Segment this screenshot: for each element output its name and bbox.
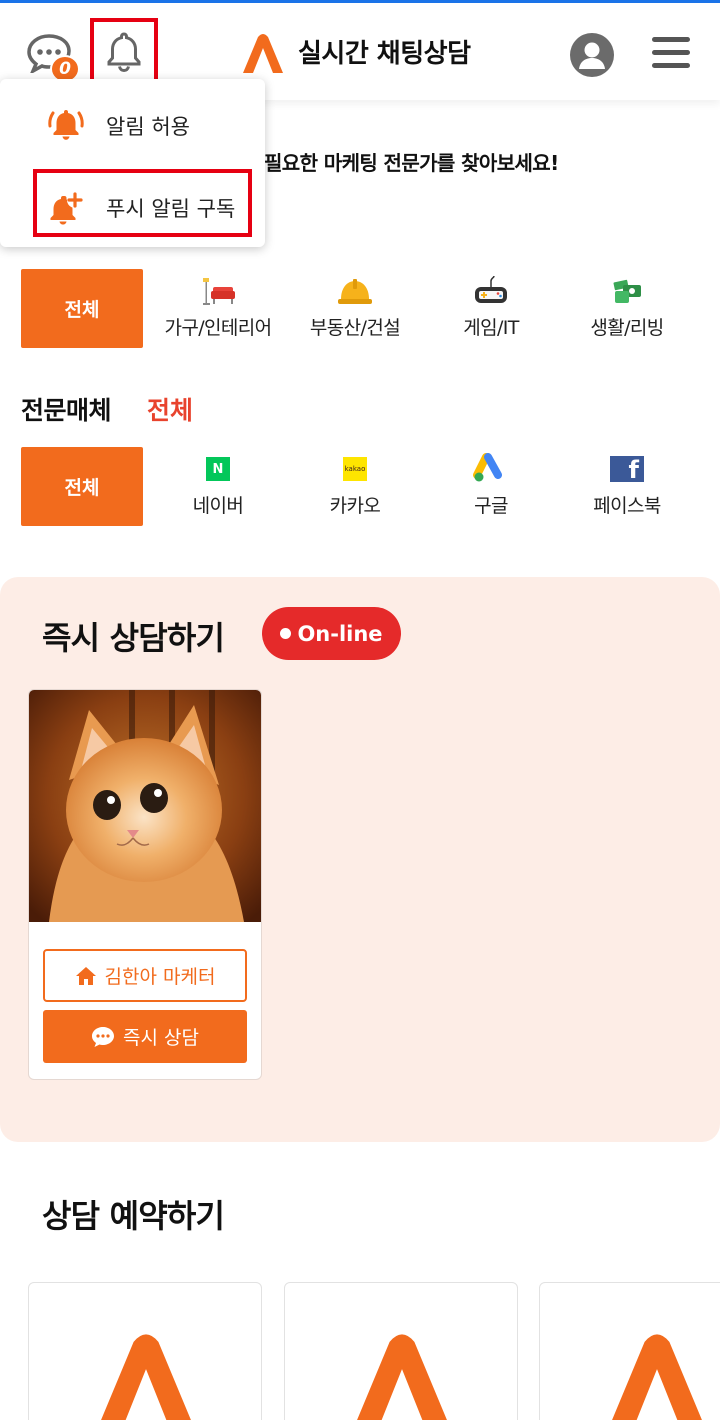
google-ads-icon <box>473 453 502 482</box>
site-title: 실시간 채팅상담 <box>298 39 471 69</box>
media-label: 페이스북 <box>593 495 661 517</box>
marketer-photo[interactable] <box>29 690 262 922</box>
category-label: 게임/IT <box>463 317 519 339</box>
hamburger-line <box>652 63 690 68</box>
allow-notification-item[interactable]: 알림 허용 <box>0 85 265 155</box>
media-label: 카카오 <box>329 495 381 517</box>
category-item-living[interactable]: 생활/리빙 <box>559 269 695 349</box>
hamburger-menu-button[interactable] <box>652 37 690 69</box>
media-item-kakao[interactable]: kakao 카카오 <box>287 447 423 527</box>
online-status-label: On-line <box>297 621 383 646</box>
bell-icon <box>107 32 141 73</box>
reserve-card[interactable] <box>28 1282 262 1420</box>
logo-icon <box>357 1334 447 1420</box>
living-icon <box>613 279 641 303</box>
page: 0 실시간 채팅상담 알림 허용 푸시 알림 구독 필요한 마케팅 전문가를 찾… <box>0 0 720 1420</box>
marketer-name-label: 김한아 마케터 <box>104 966 216 988</box>
marketer-profile-button[interactable]: 김한아 마케터 <box>43 949 247 1002</box>
media-item-naver[interactable]: N 네이버 <box>150 447 286 527</box>
home-icon <box>75 966 96 985</box>
push-subscribe-item[interactable]: 푸시 알림 구독 <box>0 169 265 239</box>
category-item-game-it[interactable]: 게임/IT <box>423 269 559 349</box>
notification-bell-button[interactable] <box>90 18 158 86</box>
category-label: 생활/리빙 <box>590 317 664 339</box>
user-profile-button[interactable] <box>570 33 614 77</box>
instant-consult-section: 즉시 상담하기 On-line 김한아 마케터 즉시 상담 <box>0 577 720 1142</box>
reserve-section-title: 상담 예약하기 <box>42 1197 225 1235</box>
category-all-button[interactable]: 전체 <box>21 269 143 348</box>
instant-consult-title: 즉시 상담하기 <box>42 619 225 657</box>
media-row: 전체 N 네이버 kakao 카카오 구글 f 페이스북 <box>21 447 701 527</box>
helmet-icon <box>338 279 372 304</box>
bell-ring-icon <box>48 110 84 140</box>
facebook-icon: f <box>610 456 644 482</box>
reserve-card[interactable] <box>284 1282 518 1420</box>
media-item-google[interactable]: 구글 <box>423 447 559 527</box>
category-item-real-estate[interactable]: 부동산/건설 <box>287 269 423 349</box>
media-all-link[interactable]: 전체 <box>147 391 193 427</box>
notification-dropdown: 알림 허용 푸시 알림 구독 <box>0 79 265 247</box>
hamburger-line <box>652 50 690 55</box>
media-section-title: 전문매체 <box>21 396 112 425</box>
chat-button[interactable]: 0 <box>26 33 82 83</box>
category-item-furniture[interactable]: 가구/인테리어 <box>150 269 286 349</box>
media-label: 네이버 <box>192 495 244 517</box>
logo-icon <box>612 1334 702 1420</box>
naver-icon: N <box>206 457 230 481</box>
kakao-icon: kakao <box>343 457 367 481</box>
instant-consult-button[interactable]: 즉시 상담 <box>43 1010 247 1063</box>
allow-notification-label: 알림 허용 <box>106 115 190 139</box>
media-label: 구글 <box>474 495 508 517</box>
chat-bubble-icon <box>92 1026 115 1047</box>
headline: 필요한 마케팅 전문가를 찾아보세요! <box>264 151 559 175</box>
reserve-card[interactable] <box>539 1282 720 1420</box>
media-item-facebook[interactable]: f 페이스북 <box>559 447 695 527</box>
marketer-card: 김한아 마케터 즉시 상담 <box>28 689 262 1080</box>
online-dot <box>280 628 292 639</box>
push-subscribe-label: 푸시 알림 구독 <box>106 197 236 221</box>
category-label: 부동산/건설 <box>309 317 401 339</box>
logo-icon <box>243 34 283 73</box>
category-label: 가구/인테리어 <box>164 317 272 339</box>
hamburger-line <box>652 37 690 42</box>
media-all-button[interactable]: 전체 <box>21 447 143 526</box>
bell-plus-icon <box>50 192 83 225</box>
logo-icon <box>101 1334 191 1420</box>
category-row: 전체 가구/인테리어 부동산/건설 게임/IT 생활/리빙 <box>21 269 701 349</box>
furniture-icon <box>203 278 235 305</box>
online-status-badge: On-line <box>262 607 401 660</box>
user-icon <box>579 42 605 69</box>
gamepad-icon <box>475 275 507 303</box>
instant-consult-label: 즉시 상담 <box>123 1027 199 1049</box>
